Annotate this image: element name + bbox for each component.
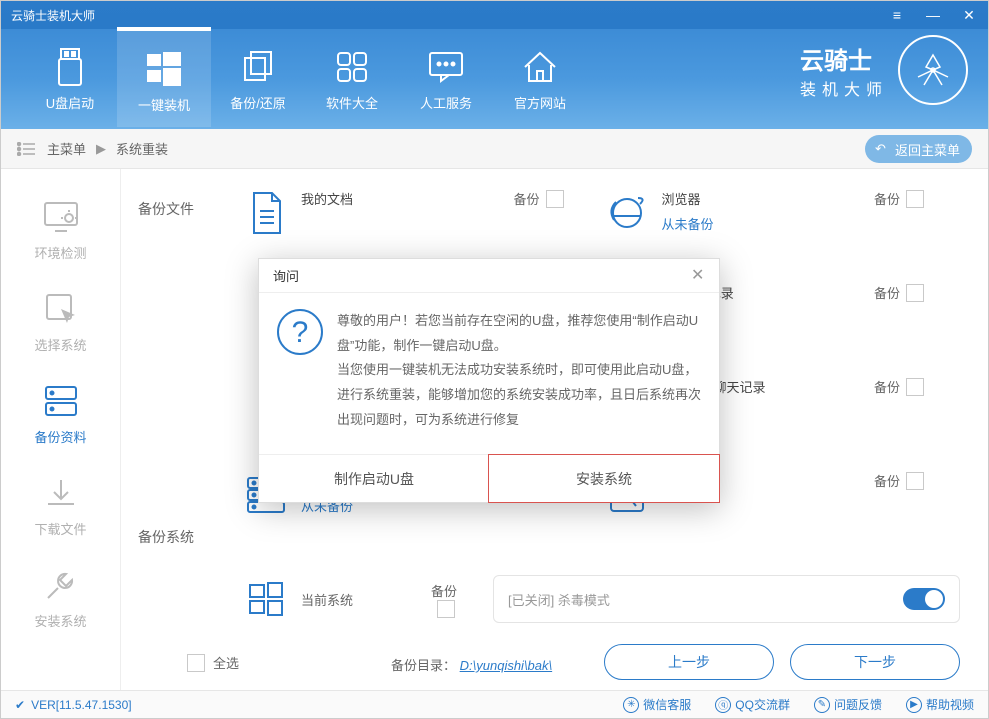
grid-icon (332, 47, 372, 87)
dialog-close-button[interactable]: ✕ (691, 265, 711, 285)
file-icon (239, 189, 293, 237)
dialog-title: 询问 (273, 266, 299, 285)
nav-usb-boot[interactable]: U盘启动 (23, 29, 117, 129)
breadcrumb-root[interactable]: 主菜单 (47, 139, 86, 158)
sidebar-item-install[interactable]: 安装系统 (1, 551, 120, 643)
back-to-main-button[interactable]: ↶ 返回主菜单 (865, 135, 972, 163)
titlebar: 云骑士装机大师 ≡ — ✕ (1, 1, 988, 29)
chevron-right-icon: ▶ (96, 141, 106, 157)
next-button[interactable]: 下一步 (790, 644, 960, 680)
windows-tiles-icon (239, 575, 293, 623)
confirm-dialog: 询问 ✕ ? 尊敬的用户！若您当前存在空闲的U盘，推荐您使用“制作启动U盘”功能… (258, 258, 720, 503)
dialog-message: 尊敬的用户！若您当前存在空闲的U盘，推荐您使用“制作启动U盘”功能，制作一键启动… (337, 309, 701, 432)
ie-icon (600, 189, 654, 237)
backup-checkbox[interactable]: 备份 (431, 581, 457, 618)
home-icon (520, 47, 560, 87)
breadcrumb-current: 系统重装 (116, 139, 168, 158)
backup-checkbox[interactable]: 备份 (513, 189, 563, 208)
footer-link-wechat[interactable]: ✳微信客服 (623, 696, 691, 713)
monitor-gear-icon (41, 197, 81, 237)
usb-icon (50, 47, 90, 87)
section-backup-files-label: 备份文件 (121, 199, 211, 219)
backup-dir-row: 备份目录： D:\yunqishi\bak\ (391, 655, 552, 674)
nav-support[interactable]: 人工服务 (399, 29, 493, 129)
copy-icon (238, 47, 278, 87)
backup-item-my-documents: 我的文档 备份 (239, 189, 600, 249)
brand-name: 云骑士 (800, 41, 872, 76)
item-name: 当前系统 (301, 593, 353, 608)
section-backup-system-label: 备份系统 (121, 527, 211, 547)
nav-label: 人工服务 (420, 93, 472, 112)
close-button[interactable]: ✕ (960, 6, 978, 24)
cursor-square-icon (41, 289, 81, 329)
nav-onekey-install[interactable]: 一键装机 (117, 27, 211, 127)
qq-icon: ⓠ (715, 697, 731, 713)
brand-seal-icon (898, 35, 968, 105)
backup-checkbox[interactable]: 备份 (874, 283, 924, 302)
nav-software[interactable]: 软件大全 (305, 29, 399, 129)
breadcrumb: 主菜单 ▶ 系统重装 ↶ 返回主菜单 (1, 129, 988, 169)
video-icon: ▶ (906, 697, 922, 713)
nav-label: 官方网站 (514, 93, 566, 112)
list-icon (17, 140, 39, 158)
sidebar-item-select-system[interactable]: 选择系统 (1, 275, 120, 367)
select-all-label: 全选 (213, 653, 239, 672)
wechat-icon: ✳ (623, 697, 639, 713)
version-value: [11.5.47.1530] (56, 698, 132, 712)
item-status: 从未备份 (662, 214, 714, 233)
mode-text: [已关闭] 杀毒模式 (508, 590, 610, 609)
prev-button[interactable]: 上一步 (604, 644, 774, 680)
footer-link-help-video[interactable]: ▶帮助视频 (906, 696, 974, 713)
version-check-icon: ✔ (15, 698, 25, 712)
sidebar-item-backup-data[interactable]: 备份资料 (1, 367, 120, 459)
footer: ✔ VER [11.5.47.1530] ✳微信客服 ⓠQQ交流群 ✎问题反馈 … (1, 690, 988, 718)
menu-button[interactable]: ≡ (888, 6, 906, 24)
sidebar-item-download[interactable]: 下载文件 (1, 459, 120, 551)
dialog-titlebar: 询问 ✕ (259, 259, 719, 293)
backup-item-browser: 浏览器从未备份 备份 (600, 189, 961, 249)
footer-link-qq[interactable]: ⓠQQ交流群 (715, 696, 790, 713)
top-nav: U盘启动 一键装机 备份/还原 软件大全 人工服务 官方网站 云骑士 装机大师 (1, 29, 988, 129)
minimize-button[interactable]: — (924, 6, 942, 24)
backup-dir-link[interactable]: D:\yunqishi\bak\ (460, 658, 553, 673)
server-icon (41, 381, 81, 421)
nav-label: U盘启动 (46, 93, 94, 112)
wrench-icon (41, 565, 81, 605)
feedback-icon: ✎ (814, 697, 830, 713)
nav-label: 一键装机 (138, 95, 190, 114)
sidebar-item-label: 下载文件 (34, 519, 86, 538)
sidebar-item-label: 选择系统 (34, 335, 86, 354)
nav-website[interactable]: 官方网站 (493, 29, 587, 129)
antivirus-toggle[interactable] (903, 588, 945, 610)
backup-checkbox[interactable]: 备份 (874, 189, 924, 208)
item-name: 我的文档 (301, 189, 353, 208)
dir-label: 备份目录： (391, 658, 456, 673)
sidebar: 环境检测 选择系统 备份资料 下载文件 安装系统 (1, 169, 121, 690)
sidebar-item-label: 备份资料 (34, 427, 86, 446)
footer-link-feedback[interactable]: ✎问题反馈 (814, 696, 882, 713)
item-name: 浏览器 (662, 189, 714, 208)
undo-icon: ↶ (875, 141, 886, 157)
sidebar-item-label: 环境检测 (34, 243, 86, 262)
brand: 云骑士 装机大师 (800, 35, 968, 105)
backup-checkbox[interactable]: 备份 (874, 471, 924, 490)
chat-icon (426, 47, 466, 87)
sidebar-item-label: 安装系统 (34, 611, 86, 630)
dialog-install-system-button[interactable]: 安装系统 (488, 454, 720, 503)
download-icon (41, 473, 81, 513)
back-label: 返回主菜单 (895, 140, 960, 159)
nav-label: 软件大全 (326, 93, 378, 112)
brand-sub: 装机大师 (800, 76, 888, 100)
question-icon: ? (277, 309, 323, 355)
backup-checkbox[interactable]: 备份 (874, 377, 924, 396)
version-label: VER (31, 698, 56, 712)
nav-backup-restore[interactable]: 备份/还原 (211, 29, 305, 129)
sidebar-item-env-check[interactable]: 环境检测 (1, 183, 120, 275)
nav-label: 备份/还原 (230, 93, 286, 112)
windows-icon (144, 49, 184, 89)
antivirus-mode-box: [已关闭] 杀毒模式 (493, 575, 960, 623)
app-title: 云骑士装机大师 (11, 7, 95, 24)
dialog-make-usb-button[interactable]: 制作启动U盘 (259, 455, 489, 502)
